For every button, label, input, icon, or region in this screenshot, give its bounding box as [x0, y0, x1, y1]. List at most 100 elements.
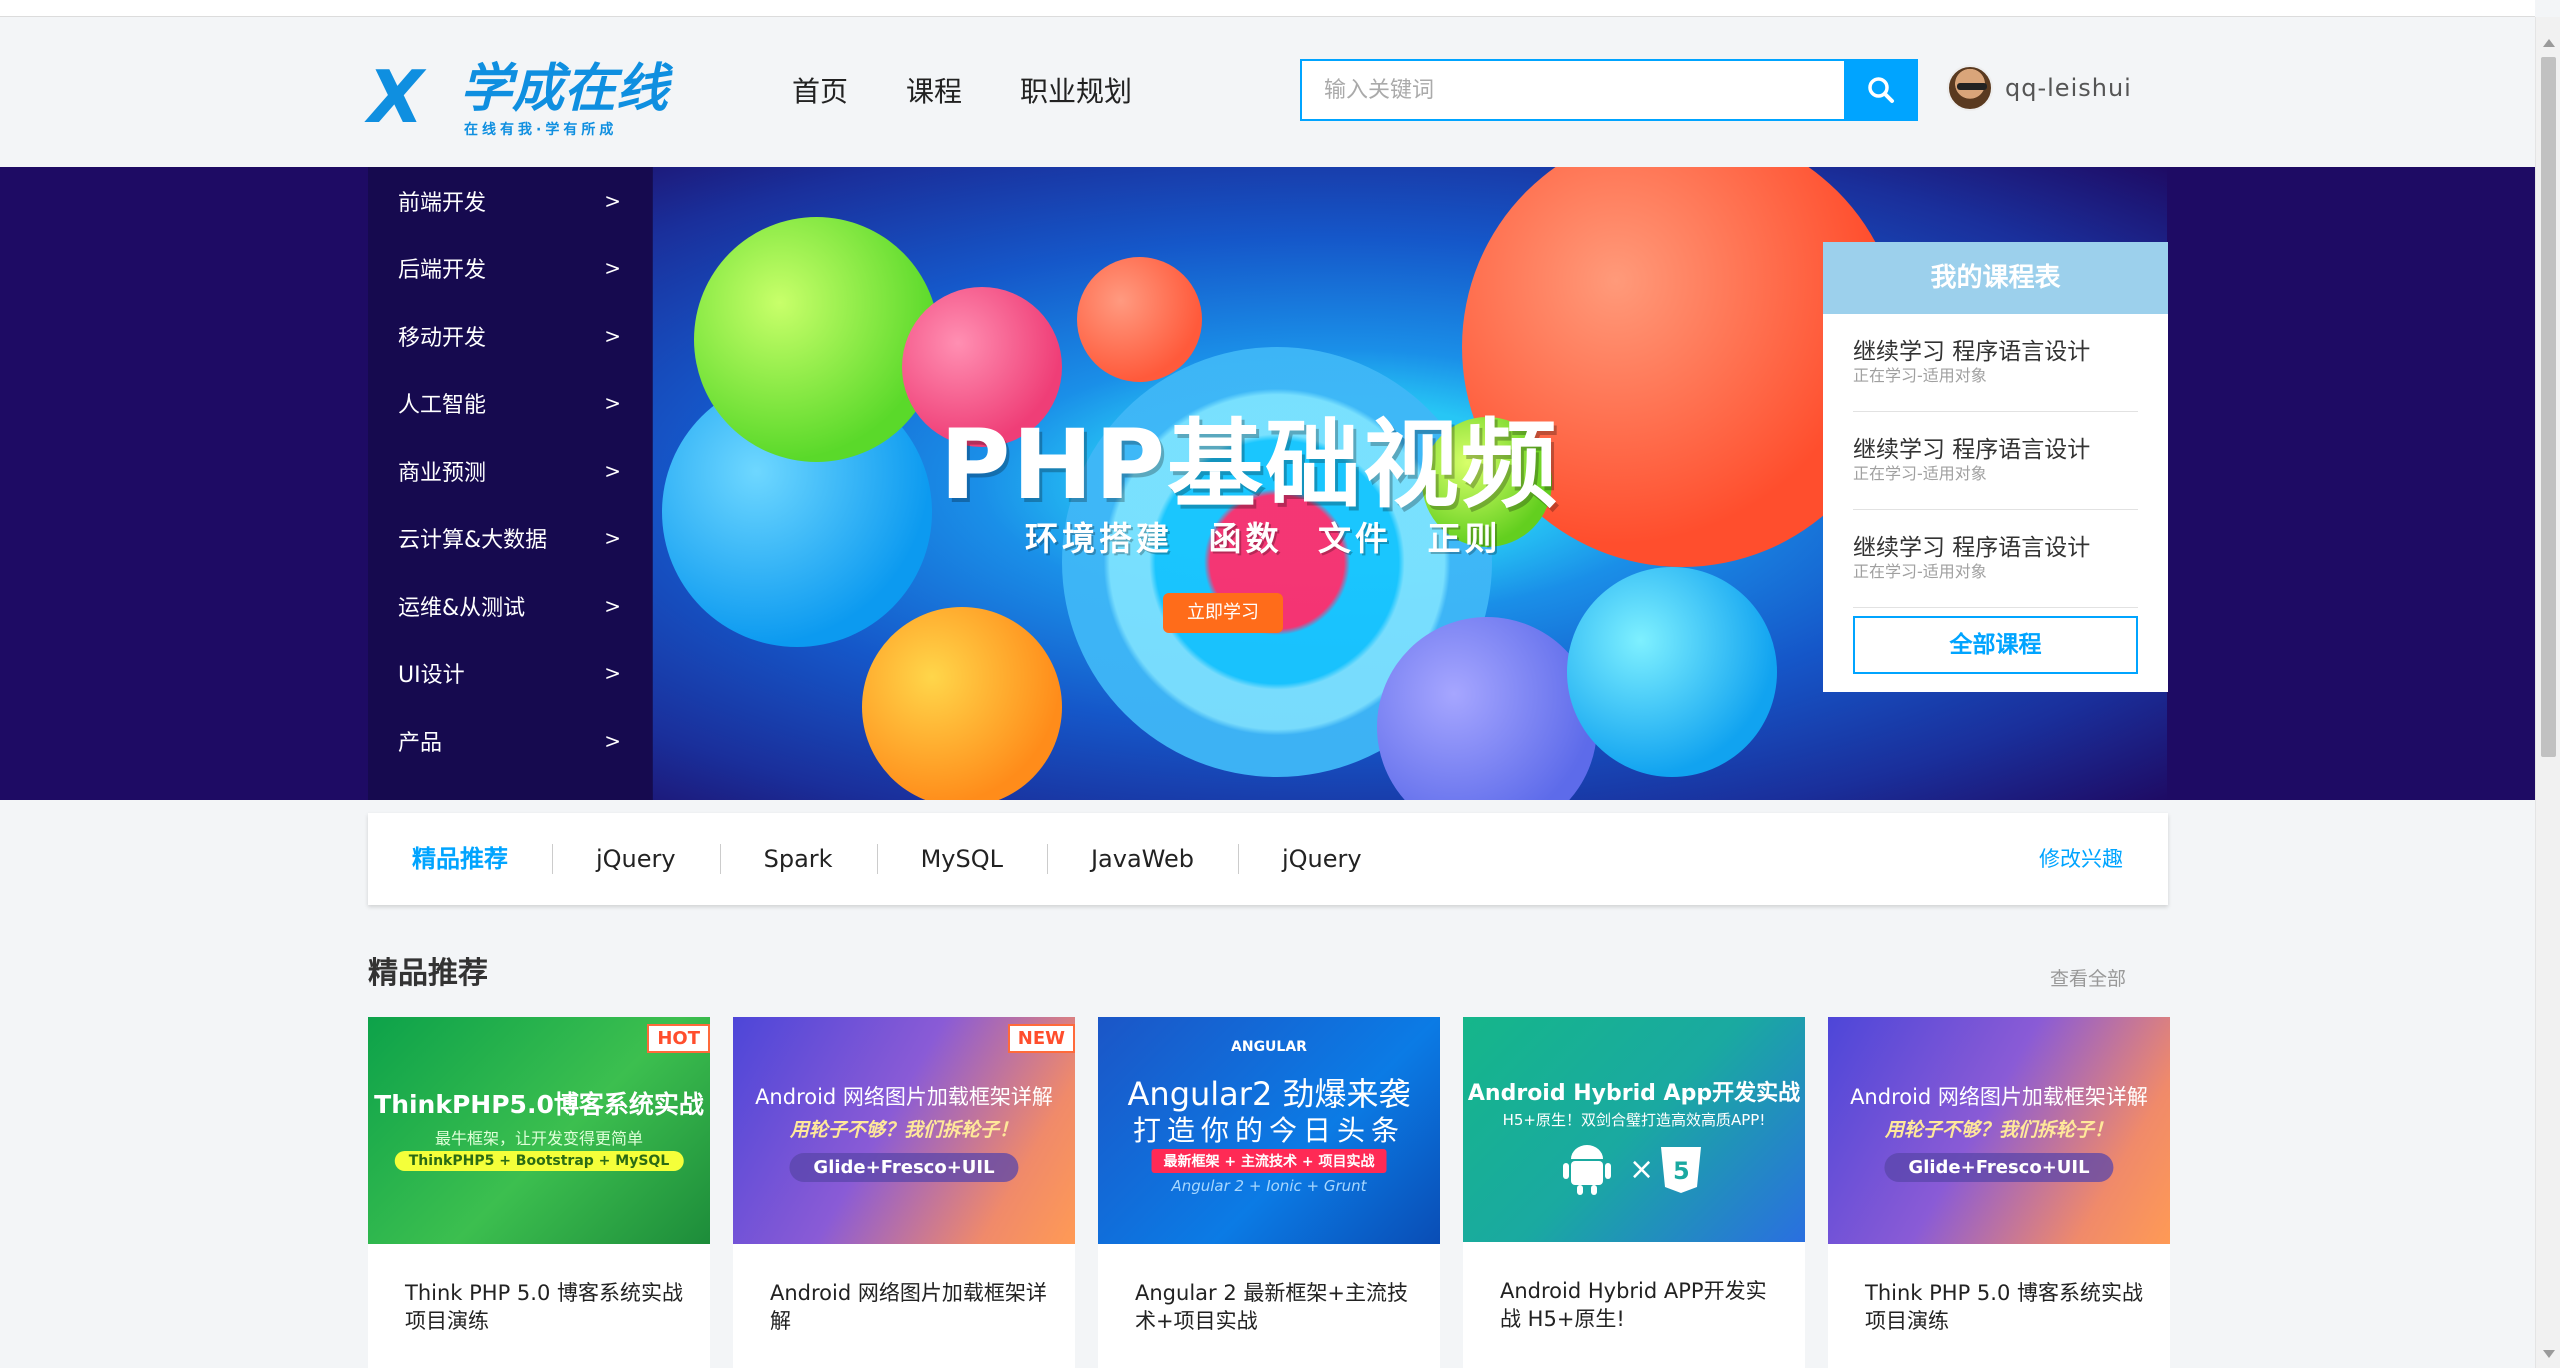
- svg-text:×: ×: [1629, 1152, 1654, 1187]
- chevron-right-icon: >: [604, 391, 621, 416]
- category-item[interactable]: 云计算&大数据 >: [368, 505, 653, 573]
- course-card[interactable]: Android Hybrid App开发实战 H5+原生！双剑合璧打造高效高质A…: [1463, 1017, 1805, 1368]
- site-header: X 学成在线 在线有我·学有所成 首页 课程 职业规划 qq-leishui: [0, 17, 2535, 167]
- my-course-title: 继续学习 程序语言设计: [1853, 535, 2091, 561]
- course-thumbnail[interactable]: Android Hybrid App开发实战 H5+原生！双剑合璧打造高效高质A…: [1463, 1017, 1805, 1242]
- category-label: 移动开发: [398, 325, 487, 351]
- nav-courses[interactable]: 课程: [906, 72, 962, 112]
- thumbnail-title: ThinkPHP5.0博客系统实战: [374, 1090, 704, 1119]
- course-thumbnail[interactable]: Android 网络图片加载框架详解 用轮子不够？我们拆轮子！ Glide+Fr…: [1828, 1017, 2170, 1244]
- tab-mysql[interactable]: MySQL: [876, 842, 1047, 876]
- course-thumbnail[interactable]: Android 网络图片加载框架详解 用轮子不够？我们拆轮子！ Glide+Fr…: [733, 1017, 1075, 1244]
- category-item[interactable]: 产品 >: [368, 707, 653, 775]
- course-title[interactable]: Think PHP 5.0 博客系统实战项目演练: [1865, 1279, 2145, 1335]
- tab-jquery-2[interactable]: jQuery: [1238, 842, 1406, 876]
- avatar[interactable]: [1947, 65, 1993, 111]
- nav-career[interactable]: 职业规划: [1020, 72, 1132, 112]
- my-course-item[interactable]: 继续学习 程序语言设计 正在学习-适用对象: [1853, 314, 2138, 412]
- chevron-right-icon: >: [604, 661, 621, 686]
- my-courses-title: 我的课程表: [1823, 242, 2168, 314]
- my-course-item[interactable]: 继续学习 程序语言设计 正在学习-适用对象: [1853, 510, 2138, 608]
- chevron-right-icon: >: [604, 188, 621, 213]
- section-title: 精品推荐: [368, 956, 488, 991]
- my-courses-panel: 我的课程表 继续学习 程序语言设计 正在学习-适用对象 继续学习 程序语言设计 …: [1823, 242, 2168, 692]
- banner-cta-button[interactable]: 立即学习: [1163, 593, 1283, 633]
- course-card[interactable]: Android 网络图片加载框架详解 用轮子不够？我们拆轮子！ Glide+Fr…: [1828, 1017, 2170, 1368]
- tab-jquery[interactable]: jQuery: [552, 842, 720, 876]
- banner-subtitle: 环境搭建 函数 文件 正则: [1025, 519, 1502, 558]
- category-item[interactable]: 人工智能 >: [368, 370, 653, 438]
- edit-interest-link[interactable]: 修改兴趣: [2039, 843, 2123, 873]
- banner-bubble: [1077, 257, 1202, 382]
- username[interactable]: qq-leishui: [2005, 74, 2132, 102]
- my-course-desc: 正在学习-适用对象: [1853, 366, 1987, 385]
- course-card[interactable]: Android 网络图片加载框架详解 用轮子不够？我们拆轮子！ Glide+Fr…: [733, 1017, 1075, 1368]
- banner-title: PHP基础视频: [940, 409, 1560, 521]
- category-item[interactable]: UI设计 >: [368, 640, 653, 708]
- all-courses-button[interactable]: 全部课程: [1853, 616, 2138, 674]
- course-card[interactable]: ANGULAR Angular2 劲爆来袭 打造你的今日头条 最新框架 + 主流…: [1098, 1017, 1440, 1368]
- category-menu: 前端开发 > 后端开发 > 移动开发 > 人工智能 > 商业预测 > 云计算&大数据 > 运…: [368, 167, 653, 800]
- course-card[interactable]: ThinkPHP5.0博客系统实战 最牛框架，让开发变得更简单 ThinkPHP…: [368, 1017, 710, 1368]
- interest-bar: 精品推荐 jQuery Spark MySQL JavaWeb jQuery 修…: [368, 813, 2168, 905]
- category-item[interactable]: 后端开发 >: [368, 235, 653, 303]
- thumbnail-subtitle: 用轮子不够？我们拆轮子！: [1884, 1119, 2113, 1141]
- page-scrollbar[interactable]: [2535, 17, 2560, 1368]
- thumbnail-subtitle: 最牛框架，让开发变得更简单: [434, 1129, 643, 1148]
- chevron-right-icon: >: [604, 526, 621, 551]
- category-item[interactable]: 移动开发 >: [368, 302, 653, 370]
- my-course-title: 继续学习 程序语言设计: [1853, 437, 2091, 463]
- user-menu[interactable]: qq-leishui: [1947, 65, 2132, 111]
- search-input[interactable]: [1302, 61, 1842, 119]
- site-logo[interactable]: X 学成在线 在线有我·学有所成: [368, 57, 669, 138]
- android-html5-icons: × 5: [1563, 1145, 1701, 1195]
- logo-name: 学成在线: [460, 59, 669, 119]
- thumbnail-subtitle: 用轮子不够？我们拆轮子！: [789, 1119, 1018, 1141]
- hero-banner: PHP基础视频 环境搭建 函数 文件 正则 立即学习 前端开发 > 后端开发 > 移…: [0, 167, 2535, 800]
- category-item[interactable]: 商业预测 >: [368, 437, 653, 505]
- thumbnail-subtitle: H5+原生！双剑合璧打造高效高质APP!: [1502, 1111, 1766, 1129]
- course-title[interactable]: Think PHP 5.0 博客系统实战项目演练: [405, 1279, 685, 1335]
- banner-bubble: [694, 217, 939, 462]
- my-course-title: 继续学习 程序语言设计: [1853, 339, 2091, 365]
- chevron-right-icon: >: [604, 256, 621, 281]
- logo-slogan: 在线有我·学有所成: [464, 122, 618, 138]
- angular-logo: ANGULAR: [1231, 1039, 1307, 1055]
- chevron-right-icon: >: [604, 728, 621, 753]
- thumbnail-title: Android 网络图片加载框架详解: [755, 1085, 1053, 1109]
- tab-spark[interactable]: Spark: [719, 842, 877, 876]
- nav-home[interactable]: 首页: [792, 72, 848, 112]
- category-label: 后端开发: [398, 258, 487, 284]
- category-label: 产品: [398, 730, 443, 756]
- thumbnail-pill: ThinkPHP5 + Bootstrap + MySQL: [394, 1151, 684, 1171]
- course-title[interactable]: Android Hybrid APP开发实战 H5+原生!: [1500, 1277, 1780, 1333]
- view-all-link[interactable]: 查看全部: [2050, 964, 2126, 991]
- course-title[interactable]: Angular 2 最新框架+主流技术+项目实战: [1135, 1279, 1415, 1335]
- browser-top-strip: [0, 0, 2535, 17]
- tab-featured[interactable]: 精品推荐: [368, 842, 552, 876]
- category-item[interactable]: 运维&从测试 >: [368, 572, 653, 640]
- category-label: 前端开发: [398, 190, 487, 216]
- course-title[interactable]: Android 网络图片加载框架详解: [770, 1279, 1050, 1335]
- scroll-up-icon[interactable]: [2543, 39, 2555, 47]
- scroll-down-icon[interactable]: [2543, 1350, 2555, 1358]
- thumbnail-pill: 最新框架 + 主流技术 + 项目实战: [1151, 1149, 1387, 1173]
- tab-javaweb[interactable]: JavaWeb: [1046, 842, 1238, 876]
- new-badge: NEW: [1007, 1024, 1075, 1053]
- thumbnail-subtitle: 打造你的今日头条: [1132, 1114, 1405, 1147]
- course-thumbnail[interactable]: ThinkPHP5.0博客系统实战 最牛框架，让开发变得更简单 ThinkPHP…: [368, 1017, 710, 1244]
- search-box: [1300, 59, 1918, 121]
- scroll-thumb[interactable]: [2541, 57, 2556, 757]
- course-thumbnail[interactable]: ANGULAR Angular2 劲爆来袭 打造你的今日头条 最新框架 + 主流…: [1098, 1017, 1440, 1244]
- category-label: UI设计: [398, 663, 465, 689]
- my-course-item[interactable]: 继续学习 程序语言设计 正在学习-适用对象: [1853, 412, 2138, 510]
- category-item[interactable]: 前端开发 >: [368, 167, 653, 235]
- thumbnail-footer: Angular 2 + Ionic + Grunt: [1171, 1177, 1367, 1195]
- search-icon: [1868, 77, 1894, 103]
- my-course-desc: 正在学习-适用对象: [1853, 464, 1987, 483]
- my-course-desc: 正在学习-适用对象: [1853, 562, 1987, 581]
- category-label: 人工智能: [398, 393, 487, 419]
- banner-bubble: [862, 607, 1062, 800]
- search-button[interactable]: [1844, 59, 1918, 121]
- chevron-right-icon: >: [604, 323, 621, 348]
